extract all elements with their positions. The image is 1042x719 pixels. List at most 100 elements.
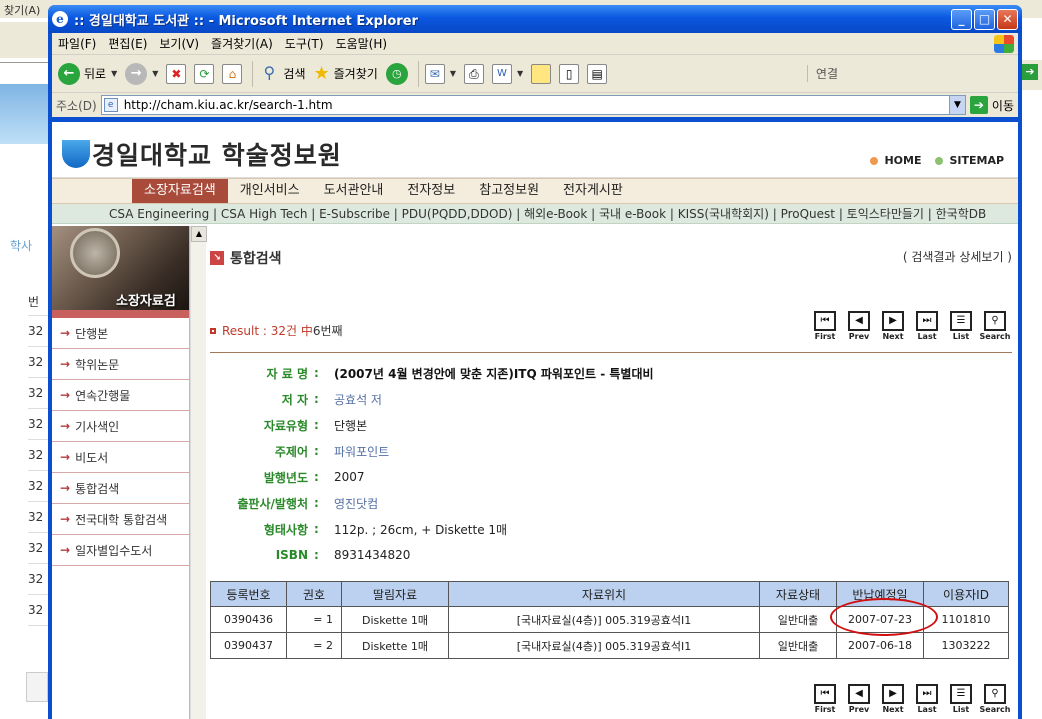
next-button[interactable]: ▶ Next — [876, 311, 910, 341]
next-button[interactable]: ▶ Next — [876, 684, 910, 714]
field-label: 주제어 — [274, 444, 308, 459]
publisher-link[interactable]: 영진닷컴 — [334, 495, 378, 512]
sidebar-item-nonbook[interactable]: → 비도서 — [52, 442, 189, 473]
menu-help[interactable]: 도움말(H) — [336, 35, 388, 52]
scroll-up-icon[interactable]: ▲ — [191, 226, 207, 242]
mail-dropdown-icon[interactable]: ▼ — [450, 69, 456, 78]
col-header-regno: 등록번호 — [210, 581, 287, 607]
sitemap-link[interactable]: SITEMAP — [935, 154, 1004, 167]
nav-board[interactable]: 전자게시판 — [551, 179, 635, 203]
search-page-label: Search — [979, 332, 1011, 341]
mail-button[interactable]: ✉ ▼ — [424, 63, 456, 84]
nav-e-resources[interactable]: 전자정보 — [395, 179, 467, 203]
arrow-icon: → — [60, 512, 71, 526]
info-divider — [210, 352, 1012, 353]
subject-link[interactable]: 파워포인트 — [334, 443, 389, 460]
menu-edit[interactable]: 편집(E) — [108, 35, 147, 52]
prev-button[interactable]: ◀ Prev — [842, 684, 876, 714]
edit-button[interactable]: W ▼ — [491, 63, 523, 84]
address-input[interactable]: e http://cham.kiu.ac.kr/search-1.htm ▼ — [100, 95, 966, 115]
address-url[interactable]: http://cham.kiu.ac.kr/search-1.htm — [124, 98, 949, 112]
menu-favorites[interactable]: 즐겨찾기(A) — [211, 35, 273, 52]
search-button[interactable]: ⚲ 검색 — [259, 63, 306, 84]
list-button[interactable]: ☰ List — [944, 684, 978, 714]
sidebar-item-serials[interactable]: → 연속간행물 — [52, 380, 189, 411]
home-link[interactable]: HOME — [870, 154, 921, 167]
back-button[interactable]: ← 뒤로 ▼ — [58, 62, 117, 85]
research-button[interactable]: ▤ — [587, 63, 608, 84]
next-label: Next — [882, 705, 904, 714]
author-link[interactable]: 공효석 저 — [334, 391, 382, 408]
nav-personal-service[interactable]: 개인서비스 — [228, 179, 312, 203]
sidebar-item-monograph[interactable]: → 단행본 — [52, 318, 189, 349]
first-button[interactable]: ⏮ First — [808, 684, 842, 714]
site-logo[interactable]: 경일대학교 학술정보원 — [62, 136, 342, 172]
stop-button[interactable]: ✖ — [166, 63, 187, 84]
last-button[interactable]: ⏭ Last — [910, 311, 944, 341]
menu-tools[interactable]: 도구(T) — [285, 35, 324, 52]
frame-scrollbar[interactable]: ▲ — [190, 226, 207, 719]
sidebar-item-integrated-search[interactable]: → 통합검색 — [52, 473, 189, 504]
prev-button[interactable]: ◀ Prev — [842, 311, 876, 341]
sidebar-item-article-index[interactable]: → 기사색인 — [52, 411, 189, 442]
background-col-header: 번 — [28, 285, 48, 316]
sidebar-item-new-arrivals[interactable]: → 일자별입수도서 — [52, 535, 189, 566]
mail-icon: ✉ — [424, 63, 445, 84]
detail-view-link[interactable]: ( 검색결과 상세보기 ) — [903, 248, 1012, 265]
menu-view[interactable]: 보기(V) — [159, 35, 199, 52]
minimize-button[interactable]: _ — [951, 8, 972, 30]
forward-button[interactable]: → ▼ — [125, 62, 158, 85]
home-button[interactable]: ⌂ — [222, 63, 243, 84]
search-page-button[interactable]: ⚲ Search — [978, 311, 1012, 341]
result-prefix: Result : 32건 中 — [222, 324, 313, 338]
print-button[interactable]: ⎙ — [463, 63, 484, 84]
page-title-text: 통합검색 — [230, 251, 282, 267]
research-icon: ▤ — [587, 63, 608, 84]
menu-file[interactable]: 파일(F) — [58, 35, 96, 52]
favorites-button[interactable]: ★ 즐겨찾기 — [314, 63, 378, 84]
edit-dropdown-icon[interactable]: ▼ — [517, 69, 523, 78]
sidebar-item-national-search[interactable]: → 전국대학 통합검색 — [52, 504, 189, 535]
field-colon: : — [314, 522, 319, 536]
logo-shield-icon — [62, 140, 90, 168]
sitemap-dot-icon — [935, 156, 944, 165]
record-details: 자 료 명: (2007년 4월 변경안에 맞춘 지존)ITQ 파워포인트 - … — [210, 360, 1012, 568]
close-button[interactable]: ✕ — [997, 8, 1018, 30]
links-label[interactable]: 연결 — [806, 65, 838, 82]
list-button[interactable]: ☰ List — [944, 311, 978, 341]
sidebar: 소장자료검 → 단행본 → 학위논문 → 연속간행물 → 기사색인 → 비도서 → 통합검색… — [52, 226, 190, 719]
record-title-row: 자 료 명: (2007년 4월 변경안에 맞춘 지존)ITQ 파워포인트 - … — [210, 360, 1012, 386]
discuss-button[interactable] — [531, 63, 552, 84]
col-header-status: 자료상태 — [759, 581, 837, 607]
arrow-icon: → — [60, 450, 71, 464]
messenger-button[interactable]: ▯ — [559, 63, 580, 84]
nav-reference[interactable]: 참고정보원 — [467, 179, 551, 203]
sidebar-item-label: 학위논문 — [75, 357, 120, 372]
windows-logo-icon — [994, 34, 1014, 53]
forward-dropdown-icon[interactable]: ▼ — [152, 69, 158, 78]
back-dropdown-icon[interactable]: ▼ — [111, 69, 117, 78]
refresh-button[interactable]: ⟳ — [194, 63, 215, 84]
col-header-user-id: 이용자ID — [923, 581, 1009, 607]
field-colon: : — [314, 418, 319, 432]
go-arrow-icon: ➔ — [969, 96, 988, 114]
go-button[interactable]: ➔ 이동 — [969, 96, 1014, 114]
sidebar-item-thesis[interactable]: → 학위논문 — [52, 349, 189, 380]
field-label: 형태사항 — [263, 522, 308, 537]
nav-library-guide[interactable]: 도서관안내 — [312, 179, 396, 203]
first-button[interactable]: ⏮ First — [808, 311, 842, 341]
holdings-table: 등록번호 권호 딸림자료 자료위치 자료상태 반납예정일 이용자ID 03904… — [210, 581, 1009, 659]
address-dropdown-icon[interactable]: ▼ — [948, 96, 965, 114]
nav-collection-search[interactable]: 소장자료검색 — [132, 179, 228, 203]
field-value: (2007년 4월 변경안에 맞춘 지존)ITQ 파워포인트 - 특별대비 — [334, 366, 654, 381]
history-button[interactable]: ◷ — [385, 62, 408, 85]
maximize-button[interactable]: □ — [974, 8, 995, 30]
search-page-label: Search — [979, 705, 1011, 714]
title-bar[interactable]: e :: 경일대학교 도서관 :: - Microsoft Internet E… — [48, 5, 1022, 33]
search-page-button[interactable]: ⚲ Search — [978, 684, 1012, 714]
sidebar-banner-text: 소장자료검 — [116, 294, 176, 309]
last-button[interactable]: ⏭ Last — [910, 684, 944, 714]
favorites-label: 즐겨찾기 — [333, 67, 378, 81]
database-links[interactable]: CSA Engineering | CSA High Tech | E-Subs… — [52, 204, 1018, 224]
background-tab: 학사 — [10, 239, 33, 253]
